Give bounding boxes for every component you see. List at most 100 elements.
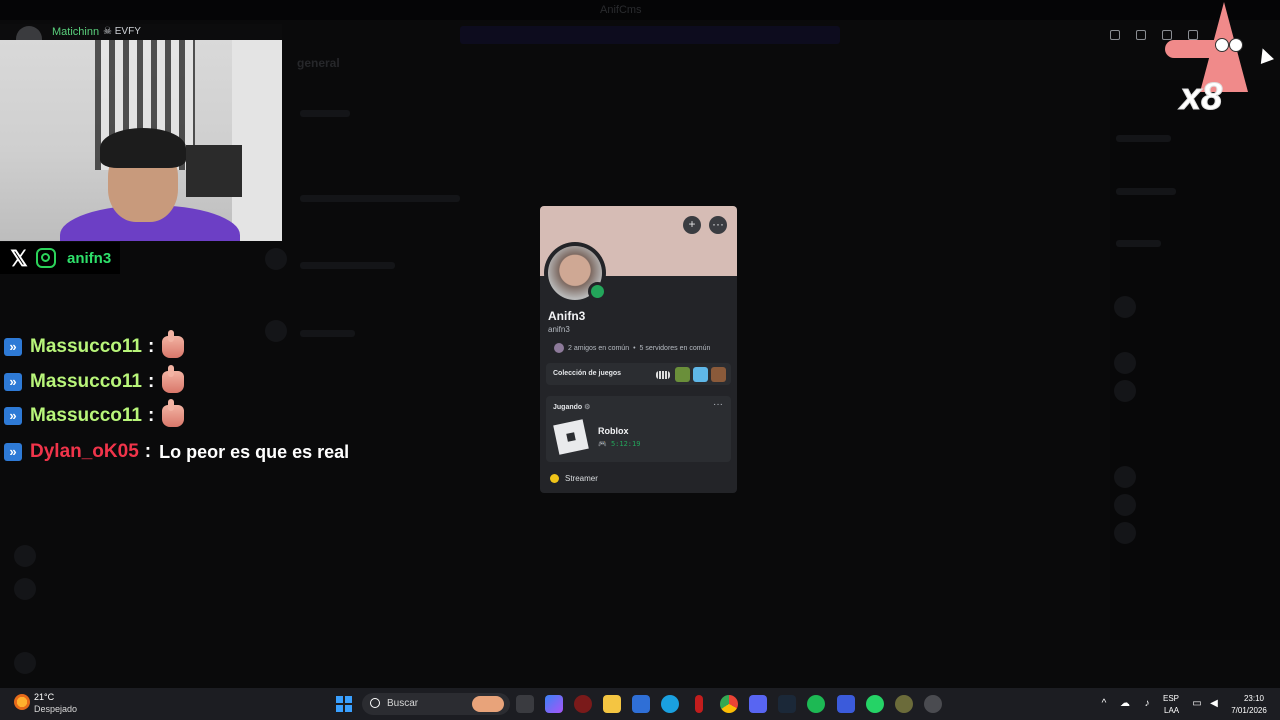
skull-icon: ☠ bbox=[103, 26, 112, 37]
share-icon[interactable] bbox=[1136, 30, 1146, 40]
weather-temperature[interactable]: 21°C bbox=[34, 692, 54, 702]
streamer-hair bbox=[100, 128, 186, 168]
status-emoji-icon bbox=[550, 474, 559, 483]
game-icon[interactable] bbox=[656, 371, 670, 379]
game-icon[interactable] bbox=[693, 367, 708, 382]
game-collection[interactable]: Colección de juegos bbox=[546, 363, 731, 385]
bg-avatar bbox=[265, 320, 287, 342]
whatsapp-icon[interactable] bbox=[866, 695, 884, 713]
discord-icon[interactable] bbox=[749, 695, 767, 713]
bg-text-line bbox=[1116, 135, 1171, 142]
platform-icon: » bbox=[4, 443, 22, 461]
search-placeholder[interactable]: Buscar bbox=[387, 698, 418, 709]
clock-date[interactable]: 7/01/2026 bbox=[1226, 706, 1272, 715]
edge-icon[interactable] bbox=[661, 695, 679, 713]
notification-banner bbox=[460, 26, 840, 44]
black-box bbox=[186, 145, 242, 197]
bg-text-line bbox=[1116, 188, 1176, 195]
profile-avatar[interactable] bbox=[544, 242, 607, 304]
bg-text-line bbox=[1116, 240, 1161, 247]
bg-avatar bbox=[1114, 494, 1136, 516]
app-icon[interactable] bbox=[695, 695, 703, 713]
volume-icon[interactable]: ◀ bbox=[1208, 698, 1220, 710]
bg-avatar bbox=[1114, 380, 1136, 402]
chat-username: Massucco11 bbox=[30, 371, 142, 392]
task-view-icon[interactable] bbox=[516, 695, 534, 713]
app-icon[interactable] bbox=[924, 695, 942, 713]
windows-start-icon[interactable] bbox=[336, 696, 352, 712]
store-icon[interactable] bbox=[632, 695, 650, 713]
file-explorer-icon[interactable] bbox=[603, 695, 621, 713]
mutual-servers[interactable]: 5 servidores en común bbox=[640, 345, 711, 352]
cam-username: Matichinn bbox=[52, 26, 100, 38]
chat-text: Lo peor es que es real bbox=[159, 441, 350, 462]
add-friend-button[interactable]: + bbox=[683, 216, 701, 234]
app-icon[interactable] bbox=[574, 695, 592, 713]
online-status-icon bbox=[588, 282, 607, 301]
spotify-icon[interactable] bbox=[807, 695, 825, 713]
game-icon[interactable] bbox=[711, 367, 726, 382]
elapsed-value: 5:12:19 bbox=[610, 440, 641, 448]
social-handle: anifn3 bbox=[67, 250, 112, 267]
door bbox=[232, 40, 282, 241]
x-logo-icon: 𝕏 bbox=[10, 246, 28, 271]
webcam-feed bbox=[0, 40, 282, 241]
minecraft-icon[interactable] bbox=[675, 367, 690, 382]
platform-icon: » bbox=[4, 338, 22, 356]
sticker-eye bbox=[1229, 38, 1243, 52]
cloud-icon[interactable]: ☁ bbox=[1119, 698, 1131, 710]
custom-status: Streamer bbox=[550, 474, 598, 483]
app-icon[interactable] bbox=[895, 695, 913, 713]
app-icon[interactable] bbox=[837, 695, 855, 713]
bg-text-line bbox=[300, 110, 350, 117]
chat-message: » Massucco11 : bbox=[4, 330, 185, 359]
dot-separator: • bbox=[633, 344, 636, 352]
language-code[interactable]: ESP bbox=[1163, 694, 1179, 703]
keyboard-layout[interactable]: LAA bbox=[1164, 706, 1179, 715]
bg-avatar bbox=[265, 248, 287, 270]
more-options-button[interactable]: ··· bbox=[709, 216, 727, 234]
activity-label: Jugando ⚙ bbox=[553, 403, 590, 411]
games-label: Colección de juegos bbox=[553, 370, 622, 377]
chat-separator: : bbox=[147, 405, 155, 426]
sticker-multiplier: x8 bbox=[1179, 76, 1223, 119]
mutual-friends[interactable]: 2 amigos en común bbox=[568, 345, 629, 352]
chat-username: Massucco11 bbox=[30, 405, 142, 426]
instagram-icon bbox=[36, 248, 56, 268]
activity-section[interactable]: Jugando ⚙ ··· Roblox 🎮 5:12:19 bbox=[546, 396, 731, 462]
chat-username: Massucco11 bbox=[30, 336, 142, 357]
copilot-icon[interactable] bbox=[545, 695, 563, 713]
hand-emote bbox=[162, 399, 185, 427]
bg-server-icon bbox=[14, 578, 36, 600]
microphone-icon[interactable]: ♪ bbox=[1141, 698, 1153, 710]
profile-display-name: Anifn3 bbox=[548, 309, 586, 323]
clock-time[interactable]: 23:10 bbox=[1236, 694, 1272, 703]
weather-icon[interactable] bbox=[14, 694, 30, 710]
bg-avatar bbox=[1114, 352, 1136, 374]
custom-status-text: Streamer bbox=[565, 474, 598, 483]
window-title: AnifCms bbox=[600, 4, 642, 16]
zoom-icon[interactable] bbox=[1110, 30, 1120, 40]
mutual-friend-avatar bbox=[554, 343, 564, 353]
roblox-icon bbox=[553, 419, 589, 455]
network-icon[interactable]: ▭ bbox=[1191, 698, 1203, 710]
bg-avatar bbox=[1114, 296, 1136, 318]
steam-icon[interactable] bbox=[778, 695, 796, 713]
user-profile-card[interactable]: + ··· Anifn3 anifn3 2 amigos en común • … bbox=[540, 206, 737, 493]
bg-avatar bbox=[1114, 522, 1136, 544]
activity-label-text: Jugando bbox=[553, 404, 583, 411]
hand-emote bbox=[162, 330, 185, 358]
platform-icon: » bbox=[4, 373, 22, 391]
chrome-icon[interactable] bbox=[720, 695, 738, 713]
activity-more-icon[interactable]: ··· bbox=[713, 399, 723, 410]
profile-username: anifn3 bbox=[548, 325, 570, 334]
mutuals-row[interactable]: 2 amigos en común • 5 servidores en comú… bbox=[554, 343, 710, 353]
cam-header bbox=[0, 24, 282, 40]
bg-user-avatar bbox=[14, 652, 36, 674]
weather-description[interactable]: Despejado bbox=[34, 704, 77, 714]
game-elapsed-time: 🎮 5:12:19 bbox=[598, 440, 640, 448]
chat-separator: : bbox=[147, 371, 155, 392]
search-icon bbox=[370, 698, 380, 708]
bg-server-icon bbox=[14, 545, 36, 567]
chevron-up-icon[interactable]: ^ bbox=[1098, 698, 1110, 710]
